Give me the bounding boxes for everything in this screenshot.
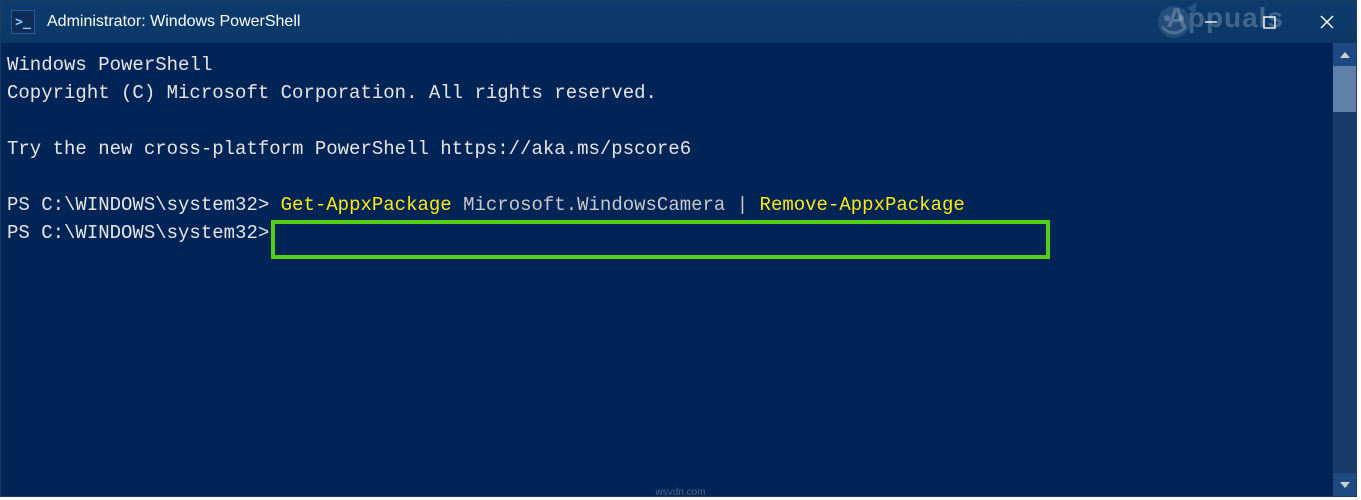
powershell-window: >_ Administrator: Windows PowerShell Win…: [0, 0, 1357, 497]
powershell-icon: >_: [11, 10, 35, 34]
cmdlet-remove: Remove-AppxPackage: [760, 194, 965, 216]
window-title: Administrator: Windows PowerShell: [47, 13, 1182, 31]
scroll-down-button[interactable]: [1333, 473, 1356, 496]
prompt-2: PS C:\WINDOWS\system32>: [7, 222, 269, 244]
cmd-argument: Microsoft.WindowsCamera: [452, 194, 737, 216]
powershell-icon-glyph: >_: [15, 16, 31, 29]
chevron-up-icon: [1340, 52, 1350, 58]
close-icon: [1320, 15, 1334, 29]
chevron-down-icon: [1340, 482, 1350, 488]
prompt-1: PS C:\WINDOWS\system32>: [7, 194, 269, 216]
banner-line-3: Try the new cross-platform PowerShell ht…: [7, 138, 691, 160]
scroll-up-button[interactable]: [1333, 43, 1356, 66]
cmd-pipe: |: [737, 194, 748, 216]
minimize-button[interactable]: [1182, 1, 1240, 43]
minimize-icon: [1204, 15, 1218, 29]
source-watermark: wsvdn.com: [655, 487, 705, 498]
scroll-track[interactable]: [1333, 112, 1356, 473]
command-highlight-box: [271, 220, 1050, 259]
banner-line-1: Windows PowerShell: [7, 54, 212, 76]
maximize-icon: [1263, 16, 1276, 29]
cmdlet-get: Get-AppxPackage: [281, 194, 452, 216]
scroll-thumb[interactable]: [1333, 66, 1356, 112]
vertical-scrollbar[interactable]: [1333, 43, 1356, 496]
close-button[interactable]: [1298, 1, 1356, 43]
client-area: Windows PowerShell Copyright (C) Microso…: [1, 43, 1356, 496]
maximize-button[interactable]: [1240, 1, 1298, 43]
banner-line-2: Copyright (C) Microsoft Corporation. All…: [7, 82, 657, 104]
window-controls: [1182, 1, 1356, 43]
terminal-output[interactable]: Windows PowerShell Copyright (C) Microso…: [1, 43, 1333, 496]
titlebar[interactable]: >_ Administrator: Windows PowerShell: [1, 1, 1356, 43]
